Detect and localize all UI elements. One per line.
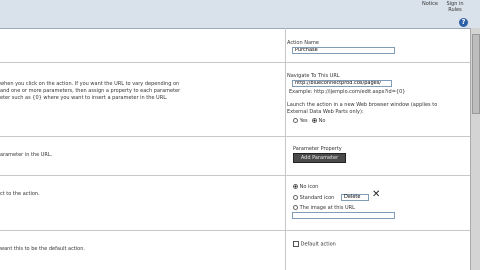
no-icon-radio[interactable] xyxy=(293,184,298,189)
navigate-desc-1: when you click on the action. If you wan… xyxy=(0,81,180,87)
default-action-label: Default action xyxy=(300,241,336,248)
no-icon-label: No icon xyxy=(299,184,319,190)
sign-in-link[interactable]: Sign in Rules xyxy=(444,1,466,13)
no-icon-option[interactable]: No icon xyxy=(293,184,318,190)
launch-yes-option[interactable]: Yes xyxy=(293,118,308,124)
action-name-label: Action Name xyxy=(287,40,319,46)
standard-icon-select[interactable]: Delete xyxy=(341,194,369,201)
navigate-desc-2: and one or more parameters, then assign … xyxy=(0,88,181,94)
notice-label: Notice xyxy=(422,1,438,7)
image-url-label: The image at this URL xyxy=(299,205,355,211)
column-divider xyxy=(285,28,286,270)
add-parameter-button[interactable]: Add Parameter xyxy=(293,153,346,163)
default-action-desc: want this to be the default action. xyxy=(0,246,85,252)
default-action-option[interactable]: Default action xyxy=(293,241,336,248)
section-divider xyxy=(0,62,470,63)
navigate-desc-3: eter such as {0} where you want to inser… xyxy=(0,95,168,101)
section-divider xyxy=(0,230,470,231)
help-icon[interactable]: ? xyxy=(459,18,468,27)
launch-new-window-label-2: External Data Web Parts only): xyxy=(287,109,364,115)
params-desc: arameter in the URL. xyxy=(0,152,53,158)
scrollbar-thumb[interactable] xyxy=(472,34,480,114)
image-url-input[interactable] xyxy=(292,212,395,219)
launch-no-label: No xyxy=(318,118,326,124)
launch-new-window-label-1: Launch the action in a new Web browser w… xyxy=(287,102,438,108)
action-name-input[interactable]: Purchase xyxy=(292,47,395,54)
url-example: Example: http://ijemplo.com/edit.aspx?id… xyxy=(289,89,406,95)
standard-icon-radio[interactable] xyxy=(293,195,298,200)
navigate-url-label: Navigate To This URL xyxy=(287,73,340,79)
launch-no-radio[interactable] xyxy=(312,118,317,123)
standard-icon-label: Standard icon xyxy=(299,195,335,201)
image-url-radio[interactable] xyxy=(293,205,298,210)
notice-link[interactable]: Notice xyxy=(420,1,440,7)
default-action-checkbox[interactable] xyxy=(293,241,299,247)
delete-x-icon: ✕ xyxy=(372,189,381,200)
navigate-url-input[interactable]: http://blueconnectprod.cds/pages/ xyxy=(292,80,392,87)
image-url-option[interactable]: The image at this URL xyxy=(293,205,355,211)
launch-yes-label: Yes xyxy=(299,118,308,124)
parameter-property-label: Parameter Property xyxy=(293,146,342,152)
launch-no-option[interactable]: No xyxy=(312,118,325,124)
section-divider xyxy=(0,175,470,176)
top-bar: Notice Sign in Rules ? xyxy=(0,0,480,29)
standard-icon-option[interactable]: Standard icon xyxy=(293,195,334,201)
section-divider xyxy=(0,136,470,137)
vertical-scrollbar[interactable] xyxy=(470,28,480,270)
launch-yes-radio[interactable] xyxy=(293,118,298,123)
rules-label: Rules xyxy=(448,7,462,13)
icon-desc: ct to the action. xyxy=(0,191,40,197)
